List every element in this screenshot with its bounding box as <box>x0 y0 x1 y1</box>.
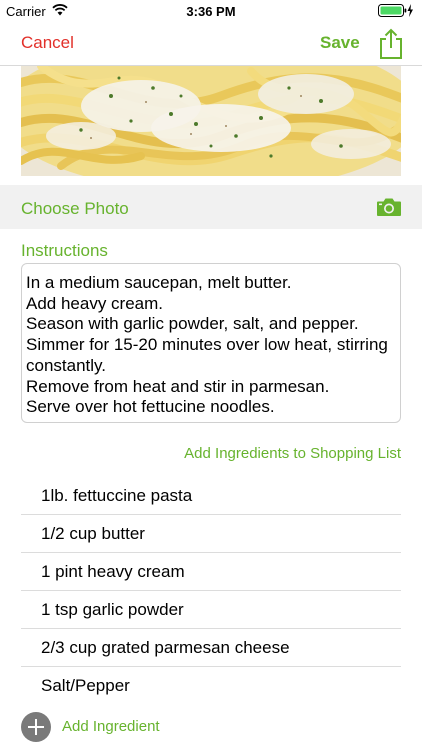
add-ingredient-label[interactable]: Add Ingredient <box>62 718 160 735</box>
ingredient-row[interactable]: 2/3 cup grated parmesan cheese <box>21 629 401 667</box>
add-ingredients-to-shopping-list-button[interactable]: Add Ingredients to Shopping List <box>184 445 401 462</box>
battery-icon <box>378 4 413 17</box>
camera-icon[interactable] <box>376 197 402 217</box>
plus-circle-icon[interactable] <box>21 712 51 742</box>
ingredient-row[interactable]: Salt/Pepper <box>21 667 401 705</box>
choose-photo-button[interactable]: Choose Photo <box>21 199 129 219</box>
save-button[interactable]: Save <box>320 33 360 53</box>
share-icon[interactable] <box>378 28 404 60</box>
charging-icon <box>407 4 413 17</box>
choose-photo-row[interactable]: Choose Photo <box>0 185 422 229</box>
status-time: 3:36 PM <box>186 4 236 19</box>
ingredient-row[interactable]: 1 pint heavy cream <box>21 553 401 591</box>
cancel-button[interactable]: Cancel <box>21 33 74 53</box>
ingredient-row[interactable]: 1lb. fettuccine pasta <box>21 477 401 515</box>
status-bar: Carrier 3:36 PM <box>0 0 422 22</box>
ingredient-row[interactable]: 1 tsp garlic powder <box>21 591 401 629</box>
navigation-bar: Cancel Save <box>0 22 422 66</box>
instructions-text-area[interactable]: In a medium saucepan, melt butter. Add h… <box>21 263 401 423</box>
ingredient-row[interactable]: 1/2 cup butter <box>21 515 401 553</box>
ingredient-list: 1lb. fettuccine pasta 1/2 cup butter 1 p… <box>21 477 401 705</box>
instructions-title: Instructions <box>21 241 108 260</box>
recipe-photo <box>21 66 401 176</box>
